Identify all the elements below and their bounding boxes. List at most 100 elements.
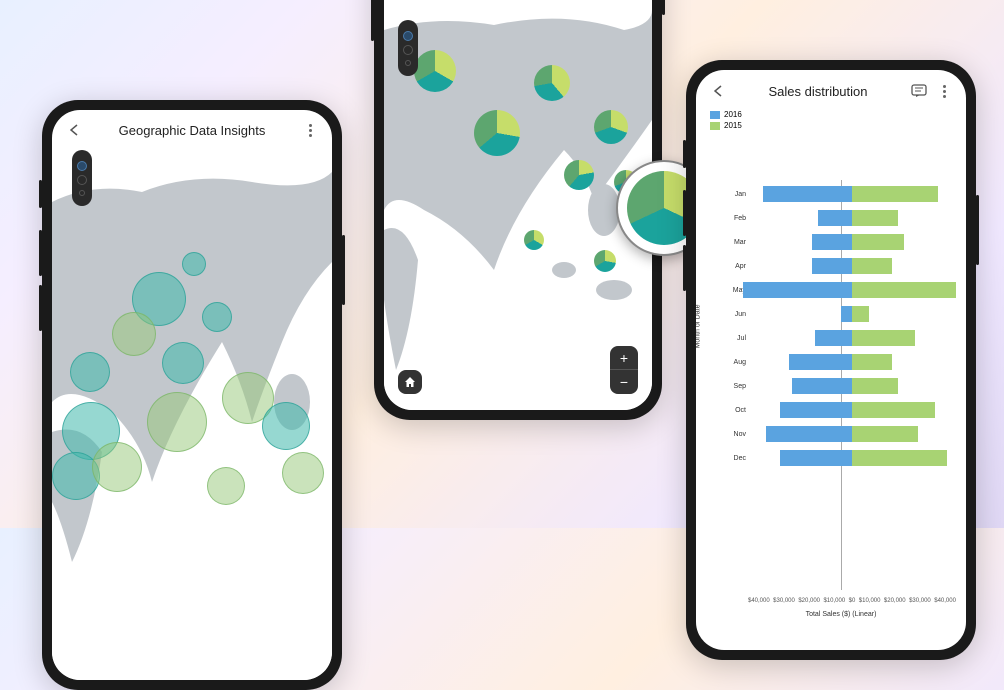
bar-2015[interactable]	[852, 450, 947, 466]
bar-2015[interactable]	[852, 354, 892, 370]
bar-2015[interactable]	[852, 186, 938, 202]
map-bubble[interactable]	[162, 342, 204, 384]
page-title: Sales distribution	[726, 84, 910, 99]
phone-side-button	[39, 180, 42, 208]
chart-row[interactable]: Dec	[748, 448, 956, 468]
map-bubble[interactable]	[202, 302, 232, 332]
phone-power-button	[976, 195, 979, 265]
bar-2016[interactable]	[763, 186, 852, 202]
map-pie-marker[interactable]	[534, 65, 570, 101]
x-tick: $40,000	[934, 598, 956, 604]
chart-row[interactable]: Apr	[748, 256, 956, 276]
map-pie-marker[interactable]	[524, 230, 544, 250]
bar-2016[interactable]	[780, 402, 852, 418]
x-tick: $30,000	[773, 598, 795, 604]
chart-row[interactable]: May	[748, 280, 956, 300]
phone-power-button	[342, 235, 345, 305]
back-icon[interactable]	[66, 122, 82, 138]
bar-2015[interactable]	[852, 282, 956, 298]
back-icon[interactable]	[710, 83, 726, 99]
camera-module	[72, 150, 92, 206]
bar-2015[interactable]	[852, 330, 915, 346]
map-pie-marker[interactable]	[414, 50, 456, 92]
x-tick: $20,000	[798, 598, 820, 604]
bar-2015[interactable]	[852, 426, 918, 442]
map-pie-marker[interactable]	[564, 160, 594, 190]
chart-row[interactable]: Sep	[748, 376, 956, 396]
chart-row[interactable]: Nov	[748, 424, 956, 444]
phone-volume-down	[683, 245, 686, 291]
bar-chart[interactable]: Month of Date $40,000$30,000$20,000$10,0…	[726, 180, 956, 590]
bar-2016[interactable]	[812, 258, 852, 274]
map-pie-marker[interactable]	[474, 110, 520, 156]
bar-2016[interactable]	[766, 426, 852, 442]
bar-2016[interactable]	[841, 306, 853, 322]
legend-label: 2016	[724, 110, 742, 119]
app-header: Sales distribution	[696, 70, 966, 106]
month-label: Nov	[726, 431, 746, 438]
phone-side-button	[683, 140, 686, 168]
chart-row[interactable]: Aug	[748, 352, 956, 372]
x-tick: $0	[849, 598, 856, 604]
bar-2015[interactable]	[852, 306, 869, 322]
map-zoom-control: + −	[610, 346, 638, 394]
map-bubble[interactable]	[112, 312, 156, 356]
phone-volume-down	[371, 0, 374, 41]
map-bubble[interactable]	[70, 352, 110, 392]
bar-2016[interactable]	[780, 450, 852, 466]
bar-2015[interactable]	[852, 234, 904, 250]
phone-volume-up	[39, 230, 42, 276]
more-icon[interactable]	[936, 83, 952, 99]
phone-mockup-sales-distribution: Sales distribution 2016 2015 Month of Da…	[686, 60, 976, 660]
phone-power-button	[662, 0, 665, 15]
map-home-button[interactable]	[398, 370, 422, 394]
bar-2015[interactable]	[852, 378, 898, 394]
app-header: Geographic Data Insights	[52, 110, 332, 144]
map-bubble[interactable]	[262, 402, 310, 450]
map-canvas[interactable]	[52, 142, 332, 680]
phone-mockup-geographic-bubbles: Geographic Data Insights	[42, 100, 342, 690]
bar-2015[interactable]	[852, 210, 898, 226]
x-tick: $10,000	[823, 598, 845, 604]
bar-2016[interactable]	[812, 234, 852, 250]
legend-item-2015: 2015	[710, 121, 742, 130]
chart-row[interactable]: Feb	[748, 208, 956, 228]
legend-swatch	[710, 122, 720, 130]
x-tick: $40,000	[748, 598, 770, 604]
map-bubble[interactable]	[207, 467, 245, 505]
month-label: Feb	[726, 215, 746, 222]
chart-row[interactable]: Jan	[748, 184, 956, 204]
map-bubble[interactable]	[92, 442, 142, 492]
x-tick: $10,000	[859, 598, 881, 604]
legend-swatch	[710, 111, 720, 119]
bar-2016[interactable]	[815, 330, 852, 346]
month-label: Apr	[726, 263, 746, 270]
bar-2016[interactable]	[743, 282, 852, 298]
more-icon[interactable]	[302, 122, 318, 138]
phone-volume-down	[39, 285, 42, 331]
bar-2016[interactable]	[792, 378, 852, 394]
chart-row[interactable]: Oct	[748, 400, 956, 420]
chart-row[interactable]: Jul	[748, 328, 956, 348]
bar-2015[interactable]	[852, 402, 935, 418]
chart-row[interactable]: Mar	[748, 232, 956, 252]
bar-2016[interactable]	[789, 354, 852, 370]
x-tick: $20,000	[884, 598, 906, 604]
map-pie-marker[interactable]	[594, 250, 616, 272]
phone-mockup-geographic-pies: + −	[374, 0, 662, 420]
page-title: Geographic Data Insights	[82, 123, 302, 138]
bar-2016[interactable]	[818, 210, 853, 226]
comment-icon[interactable]	[910, 82, 928, 100]
zoom-out-button[interactable]: −	[610, 370, 638, 394]
map-bubble[interactable]	[282, 452, 324, 494]
month-label: Jan	[726, 191, 746, 198]
zoom-in-button[interactable]: +	[610, 346, 638, 370]
x-axis-ticks: $40,000$30,000$20,000$10,000$0$10,000$20…	[748, 598, 956, 604]
month-label: Jul	[726, 335, 746, 342]
bar-2015[interactable]	[852, 258, 892, 274]
map-bubble[interactable]	[147, 392, 207, 452]
map-canvas[interactable]: + −	[384, 10, 652, 410]
chart-row[interactable]: Jun	[748, 304, 956, 324]
map-pie-marker[interactable]	[594, 110, 628, 144]
map-bubble[interactable]	[182, 252, 206, 276]
